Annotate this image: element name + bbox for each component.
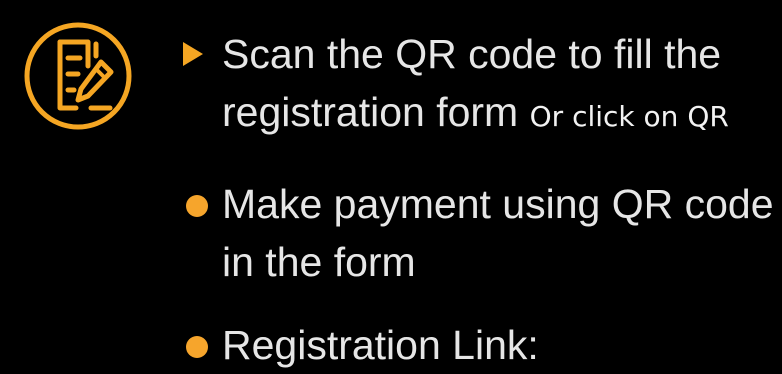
step-make-payment: Make payment using QR code in the form (222, 175, 774, 291)
registration-link-label: Registration Link: (222, 322, 539, 368)
step-text: registration form (222, 89, 519, 135)
arrow-bullet-icon (183, 42, 203, 66)
qr-click-note: Or click on QR (529, 100, 729, 133)
dot-bullet-icon (186, 336, 208, 358)
form-edit-icon (24, 22, 132, 130)
dot-bullet-icon (186, 195, 208, 217)
step-text: Scan the QR code to fill the (222, 31, 722, 77)
step-text: Make payment using QR code (222, 181, 774, 227)
step-scan-qr: Scan the QR code to fill the registratio… (222, 25, 729, 146)
step-text: in the form (222, 239, 416, 285)
step-registration-link: Registration Link: (222, 316, 539, 374)
